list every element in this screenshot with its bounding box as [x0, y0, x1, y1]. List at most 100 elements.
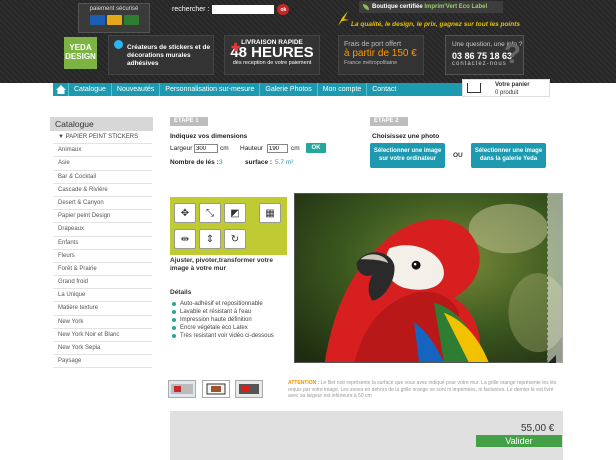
sidebar-item[interactable]: New York Noir et Blanc	[53, 329, 152, 342]
hummingbird-icon	[338, 11, 349, 26]
sidebar: ▼ PAPIER PEINT STICKERS Animaux Asie Bar…	[53, 131, 152, 369]
sidebar-item[interactable]: Bar & Cocktail	[53, 171, 152, 184]
sidebar-item[interactable]: Drapeaux	[53, 223, 152, 237]
select-from-gallery-button[interactable]: Sélectionner une image dans la galerie Y…	[471, 143, 546, 168]
feature-text: Lavable et résistant à l'eau	[180, 309, 252, 315]
bullet-icon	[172, 310, 176, 314]
eco-prefix: Boutique certifiée	[372, 4, 423, 10]
thumbnail-preview-3[interactable]	[235, 380, 263, 398]
strip-guide-marker	[547, 193, 563, 363]
secure-payment-panel: paiement sécurisé	[78, 3, 150, 33]
shipping-line2: à partir de 150 €	[344, 48, 417, 59]
dimensions-title: Indiquez vos dimensions	[170, 133, 248, 140]
flip-horizontal-icon[interactable]: ⇹	[174, 229, 196, 249]
sidebar-item[interactable]: New York Sepia	[53, 342, 152, 356]
search-ok-button[interactable]: ok	[277, 4, 290, 15]
shipping-line3: France métropolitaine	[344, 60, 398, 66]
move-tool-icon[interactable]: ✥	[174, 203, 196, 223]
sidebar-item[interactable]: Matière texture	[53, 302, 152, 316]
flip-vertical-icon[interactable]: ⇕	[199, 229, 221, 249]
validate-button[interactable]: Valider	[476, 435, 562, 447]
nav-contact[interactable]: Contact	[367, 83, 401, 96]
bullet-icon	[172, 326, 176, 330]
sidebar-item[interactable]: Paysage	[53, 355, 152, 369]
rotate-icon[interactable]: ↻	[224, 229, 246, 249]
details-title: Détails	[170, 289, 192, 296]
editor-hint: Ajuster, pivoter,transformer votre image…	[170, 257, 273, 272]
tagline: La qualité, le design, le prix, gagnez s…	[351, 21, 521, 28]
question-mark-icon: ?	[503, 38, 521, 69]
strips-value: 3	[219, 159, 223, 166]
shipping-line1: Frais de port offert	[344, 41, 402, 48]
creators-text: Créateurs de stickers et de décorations …	[127, 44, 211, 67]
feature-item: Impression haute définition	[172, 317, 292, 323]
bullet-icon	[172, 334, 176, 338]
feature-text: Impression haute définition	[180, 317, 252, 323]
basket[interactable]: Votre panier 0 produit	[462, 79, 550, 97]
basket-title: Votre panier	[495, 82, 530, 88]
leaf-icon	[363, 4, 369, 10]
checker-tool-icon[interactable]: ▦	[259, 203, 281, 223]
width-unit: cm	[220, 145, 229, 152]
search-input[interactable]	[212, 5, 275, 14]
sidebar-item[interactable]: Papier peint Design	[53, 210, 152, 224]
sidebar-item[interactable]: Animaux	[53, 144, 152, 158]
sidebar-item[interactable]: Enfants	[53, 237, 152, 250]
basket-count: 0 produit	[495, 90, 519, 96]
strips-label: Nombre de lés :	[170, 159, 219, 166]
height-label: Hauteur	[240, 145, 264, 152]
dimensions-ok-button[interactable]: OK	[306, 143, 326, 153]
sidebar-item[interactable]: Cascade & Rivière	[53, 184, 152, 197]
nav-new[interactable]: Nouveautés	[112, 83, 161, 96]
bank-card-icon	[123, 15, 139, 25]
resize-handle-icon[interactable]	[548, 355, 556, 363]
sidebar-item[interactable]: ▼ PAPIER PEINT STICKERS	[53, 131, 152, 145]
resize-tool-icon[interactable]: ⤡	[199, 203, 221, 223]
contact-panel[interactable]: ? Une question, une info ? 03 86 75 18 6…	[445, 35, 524, 75]
cart-icon	[467, 83, 481, 93]
feature-item: Encre végétale éco Latex	[172, 325, 292, 331]
nav-gallery[interactable]: Galerie Photos	[260, 83, 318, 96]
attention-text: Le filet noir représente la surface que …	[288, 380, 557, 399]
visa-card-icon	[89, 15, 105, 25]
feature-item: Auto-adhésif et repositionnable	[172, 301, 292, 307]
surface-label: surface :	[245, 159, 273, 166]
sidebar-item[interactable]: La Unique	[53, 289, 152, 303]
nav-custom[interactable]: Personnalisation sur-mesure	[160, 83, 261, 96]
eco-label-badge[interactable]: Boutique certifiée Imprim'Vert Eco Label	[359, 1, 503, 13]
feature-text: Encre végétale éco Latex	[180, 325, 248, 331]
shipping-panel: Frais de port offert à partir de 150 € F…	[338, 35, 424, 75]
sidebar-item[interactable]: Forêt & Prairie	[53, 263, 152, 277]
home-icon[interactable]	[53, 83, 69, 96]
wallpaper-preview-image[interactable]	[294, 193, 563, 363]
crop-tool-icon[interactable]: ◩	[224, 203, 246, 223]
mastercard-icon	[106, 15, 122, 25]
thumbnail-preview-2[interactable]	[202, 380, 230, 398]
nav-catalogue[interactable]: Catalogue	[69, 83, 112, 96]
feature-text: Auto-adhésif et repositionnable	[180, 301, 263, 307]
drop-icon	[114, 40, 123, 49]
surface-value: 5.7 m²	[275, 159, 294, 166]
yeda-logo[interactable]: YEDA DESIGN	[64, 37, 97, 69]
sidebar-heading: Catalogue	[50, 117, 153, 131]
height-input[interactable]	[267, 144, 288, 153]
upload-from-computer-button[interactable]: Sélectionner une image sur votre ordinat…	[370, 143, 445, 168]
attention-prefix: ATTENTION :	[288, 380, 320, 386]
attention-note: ATTENTION : Le filet noir représente la …	[288, 380, 560, 400]
sidebar-item[interactable]: Fleurs	[53, 250, 152, 263]
bullet-icon	[172, 302, 176, 306]
height-unit: cm	[291, 145, 300, 152]
delivery-panel: ✚ LIVRAISON RAPIDE 48 HEURES dès recepti…	[224, 35, 320, 75]
sidebar-item[interactable]: Grand froid	[53, 276, 152, 290]
search-bar: rechercher : ok	[172, 4, 290, 15]
width-input[interactable]	[194, 144, 218, 153]
thumbnail-preview-1[interactable]	[168, 380, 196, 398]
eco-label: Imprim'Vert Eco Label	[424, 4, 488, 10]
bullet-icon	[172, 318, 176, 322]
nav-account[interactable]: Mon compte	[318, 83, 368, 96]
sidebar-item[interactable]: Desert & Canyon	[53, 197, 152, 211]
sidebar-item[interactable]: Asie	[53, 157, 152, 171]
sidebar-item[interactable]: New York	[53, 316, 152, 329]
feature-item: Très resistant voir vidéo ci-dessous	[172, 333, 292, 339]
step1-badge: ETAPE 1	[170, 117, 208, 126]
